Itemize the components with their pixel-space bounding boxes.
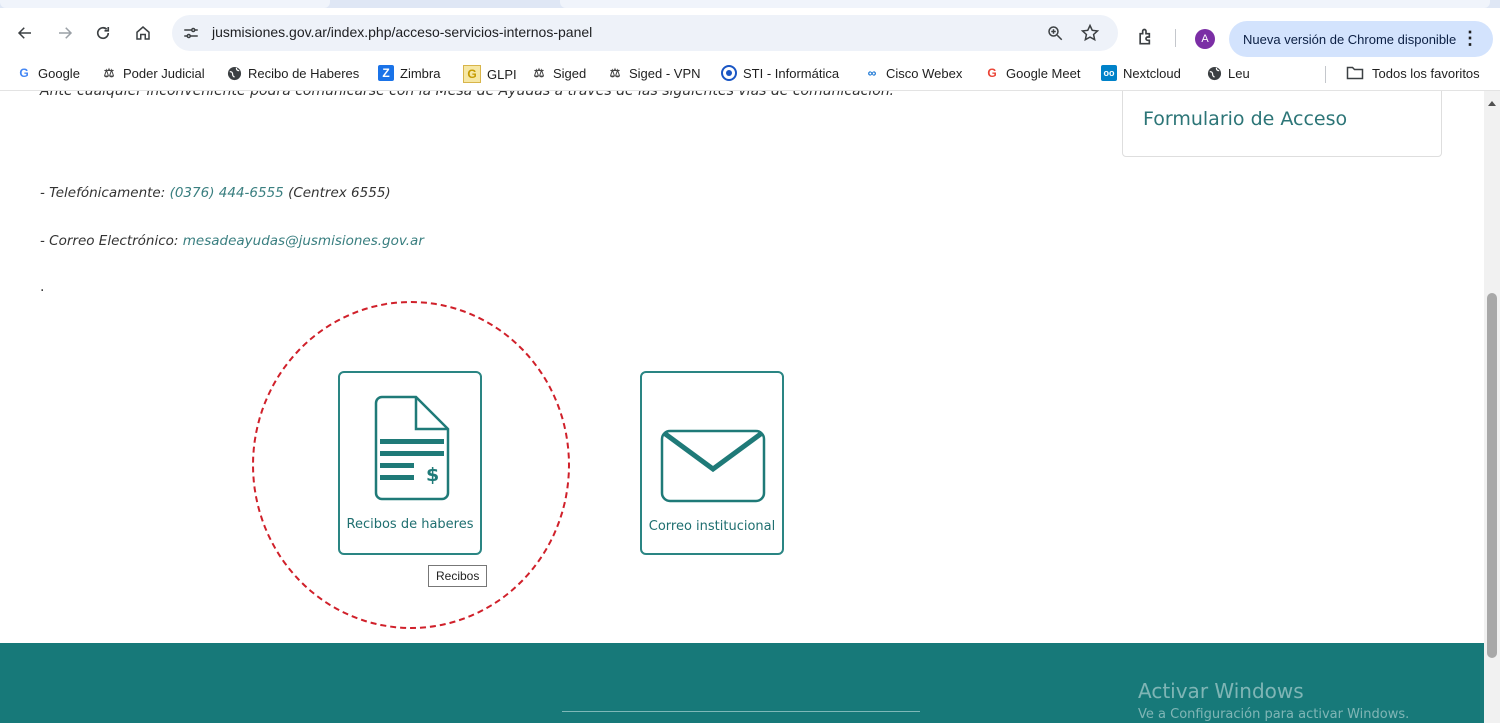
forward-arrow-icon [59,27,73,39]
avatar-letter: A [1201,33,1209,45]
site-footer: Activar Windows Ve a Configuración para … [0,643,1484,723]
phone-prefix: - Telefónicamente: [40,185,170,201]
bookmark-siged[interactable]: ⚖ Siged [531,65,587,81]
email-line: - Correo Electrónico: mesadeayudas@jusmi… [40,233,424,249]
home-button[interactable] [130,20,156,46]
tab-inactive[interactable] [560,0,1490,8]
bookmarks-separator [1325,66,1326,83]
dot-text: . [40,279,45,295]
site-info-icon[interactable] [182,24,200,42]
toolbar-separator [1175,29,1176,47]
bookmark-label: Recibo de Haberes [248,65,360,81]
recibos-haberes-tile[interactable]: $ Recibos de haberes [338,371,482,555]
scales-icon: ⚖ [103,66,115,80]
extensions-icon[interactable] [1136,27,1156,47]
bookmark-leu[interactable]: Leu [1206,65,1250,81]
phone-link[interactable]: (0376) 444-6555 [170,185,284,201]
phone-suffix: (Centrex 6555) [288,185,391,201]
phone-line: - Telefónicamente: (0376) 444-6555 (Cent… [40,185,391,201]
profile-avatar[interactable]: A [1195,29,1215,49]
sti-icon [721,65,737,81]
email-link[interactable]: mesadeayudas@jusmisiones.gov.ar [183,233,424,249]
bookmark-label: Cisco Webex [886,65,963,81]
address-bar[interactable]: jusmisiones.gov.ar/index.php/acceso-serv… [172,15,1118,51]
bookmark-google-meet[interactable]: G Google Meet [984,65,1080,81]
bookmark-label: STI - Informática [743,65,840,81]
scales-icon: ⚖ [609,66,621,80]
home-icon [136,26,150,40]
bookmark-label: Leu [1228,65,1250,81]
svg-text:$: $ [426,464,439,486]
bookmark-label: Nextcloud [1123,65,1181,81]
help-intro-text: Ante cualquier inconveniente podrá comun… [40,91,895,99]
bookmark-zimbra[interactable]: Z Zimbra [378,65,440,81]
browser-toolbar: jusmisiones.gov.ar/index.php/acceso-serv… [0,8,1500,58]
bookmark-cisco-webex[interactable]: ∞ Cisco Webex [864,65,963,81]
bookmark-glpi[interactable]: G GLPI [463,65,517,83]
menu-dots-icon[interactable]: ⋮ [1461,29,1479,47]
tooltip: Recibos [428,565,488,587]
globe-icon [1206,65,1222,81]
bookmark-label: Google [38,65,80,81]
bookmark-star-icon[interactable] [1080,23,1100,43]
page-scrollbar[interactable] [1484,91,1500,723]
bookmark-siged-vpn[interactable]: ⚖ Siged - VPN [607,65,701,81]
bookmark-label: Poder Judicial [123,65,205,81]
all-bookmarks-label: Todos los favoritos [1372,65,1480,81]
google-icon: G [19,66,29,80]
bookmark-nextcloud[interactable]: oo Nextcloud [1101,65,1181,81]
recibos-tile-label: Recibos de haberes [346,517,474,532]
scrollbar-thumb[interactable] [1487,293,1497,658]
page-content: Ante cualquier inconveniente podrá comun… [0,91,1484,723]
footer-divider [562,711,920,712]
globe-icon [226,65,242,81]
nextcloud-icon: oo [1101,65,1117,81]
access-form-title[interactable]: Formulario de Acceso [1143,108,1347,130]
zimbra-icon: Z [378,65,394,81]
zoom-icon[interactable] [1046,24,1064,42]
webex-icon: ∞ [867,66,877,80]
bookmark-recibo-haberes[interactable]: Recibo de Haberes [226,65,359,81]
bookmark-label: Zimbra [400,65,441,81]
access-form-card[interactable]: Formulario de Acceso [1122,91,1442,157]
scroll-up-arrow-icon[interactable] [1488,101,1496,106]
forward-button[interactable] [52,20,78,46]
tab-active[interactable] [0,0,330,8]
url-text[interactable]: jusmisiones.gov.ar/index.php/acceso-serv… [212,24,592,40]
bookmark-label: GLPI [487,66,517,82]
back-button[interactable] [12,20,38,46]
bookmarks-bar: G Google ⚖ Poder Judicial Recibo de Habe… [0,58,1500,91]
correo-institucional-tile[interactable]: Correo institucional [640,371,784,555]
windows-watermark-subtitle: Ve a Configuración para activar Windows. [1138,707,1410,722]
bookmark-label: Google Meet [1006,65,1081,81]
folder-icon [1346,66,1364,80]
correo-tile-label: Correo institucional [648,519,776,534]
email-prefix: - Correo Electrónico: [40,233,183,249]
scales-icon: ⚖ [533,66,545,80]
receipt-document-icon: $ [374,395,450,501]
chrome-update-button[interactable]: Nueva versión de Chrome disponible ⋮ [1229,21,1493,57]
glpi-icon: G [463,65,481,83]
update-label: Nueva versión de Chrome disponible [1243,31,1457,47]
all-bookmarks-folder[interactable]: Todos los favoritos [1346,65,1480,81]
bookmark-poder-judicial[interactable]: ⚖ Poder Judicial [101,65,205,81]
bookmark-label: Siged - VPN [629,65,701,81]
google-icon: G [987,66,997,80]
reload-button[interactable] [90,20,116,46]
reload-icon [96,26,110,40]
windows-watermark-title: Activar Windows [1138,679,1304,703]
bookmark-sti[interactable]: STI - Informática [721,65,839,81]
tab-strip [0,0,1500,8]
bookmark-google[interactable]: G Google [16,65,80,81]
back-arrow-icon [17,27,31,39]
bookmark-label: Siged [553,65,587,81]
envelope-icon [660,429,766,503]
